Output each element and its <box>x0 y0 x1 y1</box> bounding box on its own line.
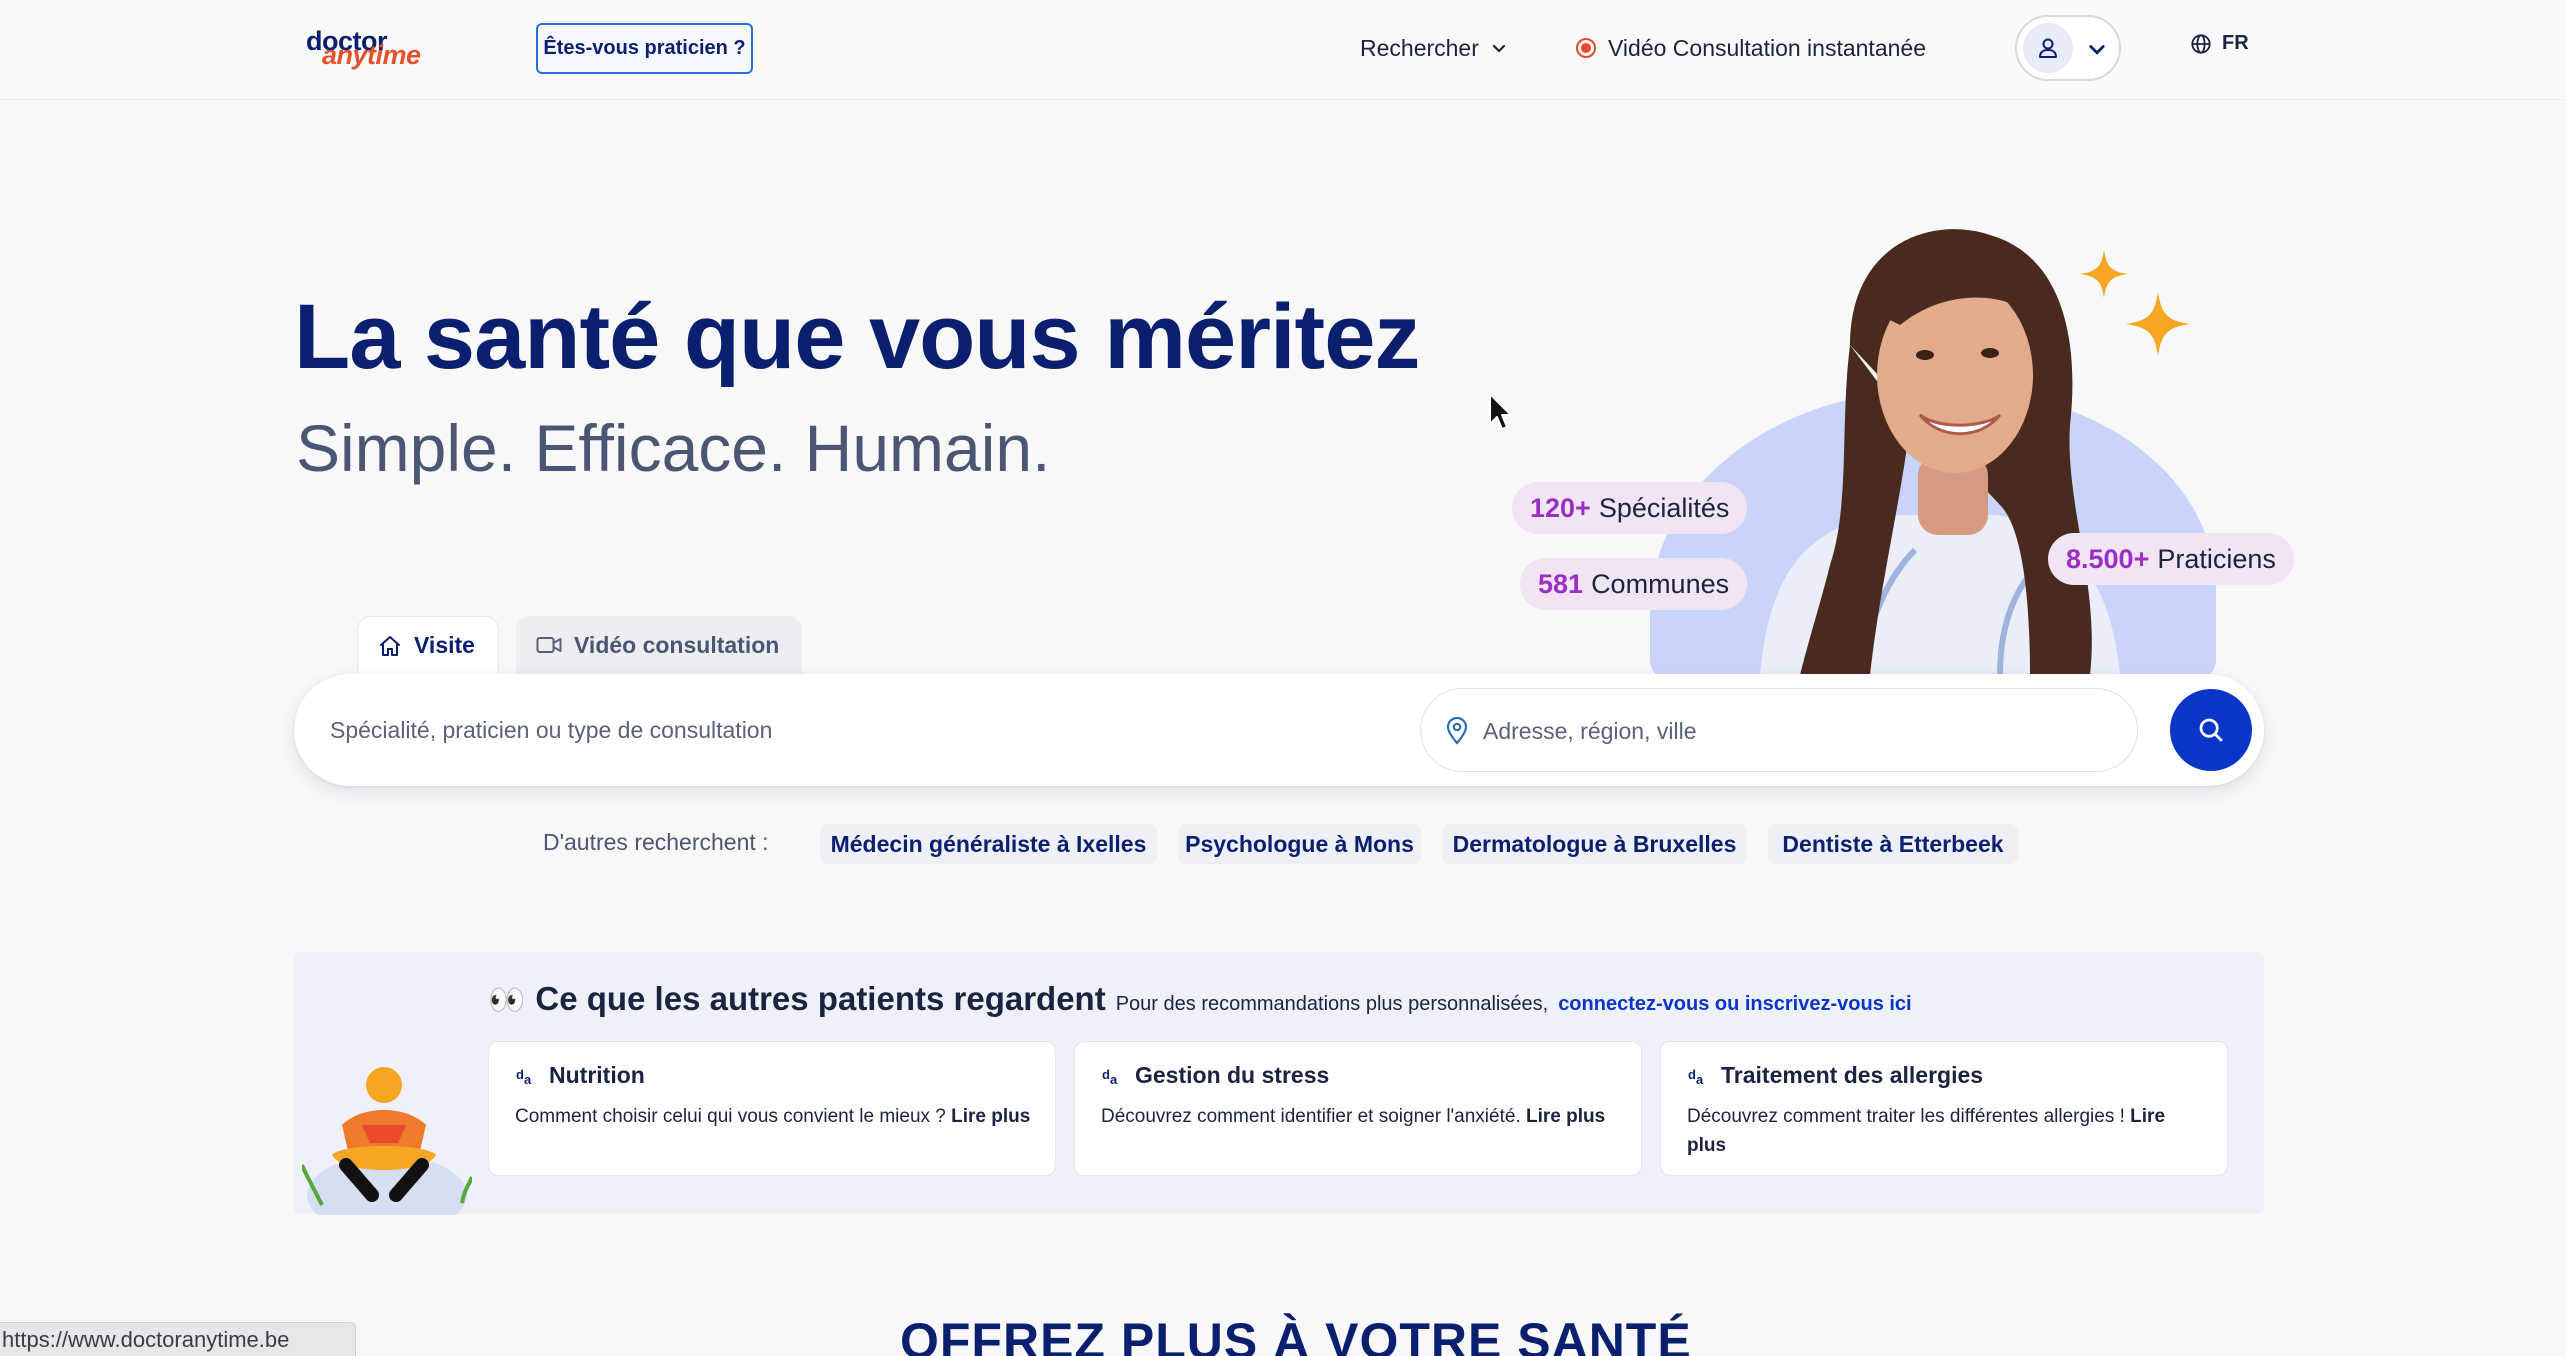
tab-video-consultation[interactable]: Vidéo consultation <box>516 616 802 674</box>
login-signup-link[interactable]: connectez-vous ou inscrivez-vous ici <box>1558 993 1911 1016</box>
cursor-icon <box>1489 393 1512 430</box>
stat-label: Spécialités <box>1598 492 1730 523</box>
doctoranytime-mark-icon: da <box>1102 1067 1118 1087</box>
logo-text-bottom: anytime <box>322 40 421 70</box>
location-pin-icon <box>1446 717 1468 745</box>
card-description: Découvrez comment traiter les différente… <box>1687 1102 2207 1160</box>
site-header: doctor anytime Êtes-vous praticien ? Rec… <box>0 0 2566 100</box>
card-header: da Traitement des allergies <box>1687 1062 1983 1089</box>
stat-number: 581 <box>1538 568 1584 599</box>
home-icon <box>380 635 400 656</box>
stat-number: 120+ <box>1530 492 1591 523</box>
stat-communes: 581 Communes <box>1520 558 1748 610</box>
svg-text:a: a <box>524 1072 532 1087</box>
card-title: Traitement des allergies <box>1721 1062 1984 1088</box>
read-more-link[interactable]: Lire plus <box>951 1106 1030 1127</box>
popular-search-chip[interactable]: Dermatologue à Bruxelles <box>1442 824 1747 864</box>
section-title: OFFREZ PLUS À VOTRE SANTÉ <box>900 1313 1692 1356</box>
card-description: Découvrez comment identifier et soigner … <box>1101 1102 1621 1131</box>
doctoranytime-mark-icon: da <box>1688 1067 1704 1087</box>
popular-search-chip[interactable]: Médecin généraliste à Ixelles <box>820 824 1157 864</box>
recommendations-note: Pour des recommandations plus personnali… <box>1115 993 1549 1015</box>
card-header: da Gestion du stress <box>1101 1062 1329 1089</box>
tab-visit-label: Visite <box>414 632 475 658</box>
status-bar-url: https://www.doctoranytime.be <box>0 1322 356 1356</box>
recommendations-header: 👀 Ce que les autres patients regardent P… <box>488 980 1912 1018</box>
article-card-stress[interactable]: da Gestion du stress Découvrez comment i… <box>1074 1041 1642 1176</box>
user-icon <box>2023 23 2073 73</box>
video-camera-icon <box>536 637 562 653</box>
svg-text:d: d <box>516 1067 524 1082</box>
stat-number: 8.500+ <box>2066 543 2150 574</box>
popular-search-chip[interactable]: Dentiste à Etterbeek <box>1768 824 2018 864</box>
specialty-search-input[interactable] <box>330 702 1380 758</box>
hero-title: La santé que vous méritez <box>294 286 1420 388</box>
search-submit-button[interactable] <box>2170 689 2252 771</box>
stat-specialties: 120+ Spécialités <box>1512 482 1748 534</box>
article-card-nutrition[interactable]: da Nutrition Comment choisir celui qui v… <box>488 1041 1056 1176</box>
popular-search-chip[interactable]: Psychologue à Mons <box>1178 824 1421 864</box>
sparkle-icon <box>2080 250 2128 298</box>
tab-visit[interactable]: Visite <box>357 616 499 674</box>
svg-text:d: d <box>1102 1067 1110 1082</box>
search-icon <box>2199 718 2223 742</box>
card-header: da Nutrition <box>515 1062 645 1089</box>
meditating-person-illustration <box>302 1067 472 1215</box>
stat-practitioners: 8.500+ Praticiens <box>2048 533 2294 585</box>
hero-subtitle: Simple. Efficace. Humain. <box>296 411 1051 485</box>
card-title: Gestion du stress <box>1135 1062 1330 1088</box>
language-code: FR <box>2222 32 2249 54</box>
recommendations-title: Ce que les autres patients regardent <box>535 980 1106 1017</box>
article-card-allergies[interactable]: da Traitement des allergies Découvrez co… <box>1660 1041 2228 1176</box>
svg-text:a: a <box>1110 1072 1118 1087</box>
address-input[interactable] <box>1483 705 2103 757</box>
card-title: Nutrition <box>549 1062 645 1088</box>
nav-search-label: Rechercher <box>1360 34 1479 61</box>
svg-text:d: d <box>1688 1067 1696 1082</box>
read-more-link[interactable]: Lire plus <box>1526 1106 1605 1127</box>
chevron-down-icon <box>1492 44 1505 53</box>
card-description: Comment choisir celui qui vous convient … <box>515 1102 1035 1131</box>
globe-icon <box>2191 33 2211 54</box>
others-search-label: D'autres recherchent : <box>543 829 769 855</box>
search-bar <box>294 674 2264 786</box>
eyes-emoji: 👀 <box>488 984 526 1017</box>
account-menu-button[interactable] <box>2015 15 2121 81</box>
tab-video-label: Vidéo consultation <box>574 631 780 658</box>
card-body-text: Découvrez comment traiter les différente… <box>1687 1106 2131 1127</box>
address-field[interactable] <box>1420 688 2138 772</box>
svg-text:a: a <box>1696 1072 1704 1087</box>
doctoranytime-logo[interactable]: doctor anytime <box>306 26 436 72</box>
language-selector[interactable]: FR <box>2190 32 2249 55</box>
nav-search-menu[interactable]: Rechercher <box>1360 30 1507 66</box>
nav-instant-video-link[interactable]: Vidéo Consultation instantanée <box>1576 30 1926 66</box>
nav-video-label: Vidéo Consultation instantanée <box>1608 34 1926 61</box>
are-you-practitioner-button[interactable]: Êtes-vous praticien ? <box>536 23 753 74</box>
card-body-text: Découvrez comment identifier et soigner … <box>1101 1106 1526 1127</box>
record-dot-icon <box>1576 38 1596 58</box>
stat-label: Praticiens <box>2157 543 2276 574</box>
stat-label: Communes <box>1591 568 1730 599</box>
card-body-text: Comment choisir celui qui vous convient … <box>515 1106 952 1127</box>
doctoranytime-mark-icon: da <box>516 1067 532 1087</box>
sparkle-icon <box>2126 292 2190 356</box>
chevron-down-icon <box>2089 45 2105 55</box>
